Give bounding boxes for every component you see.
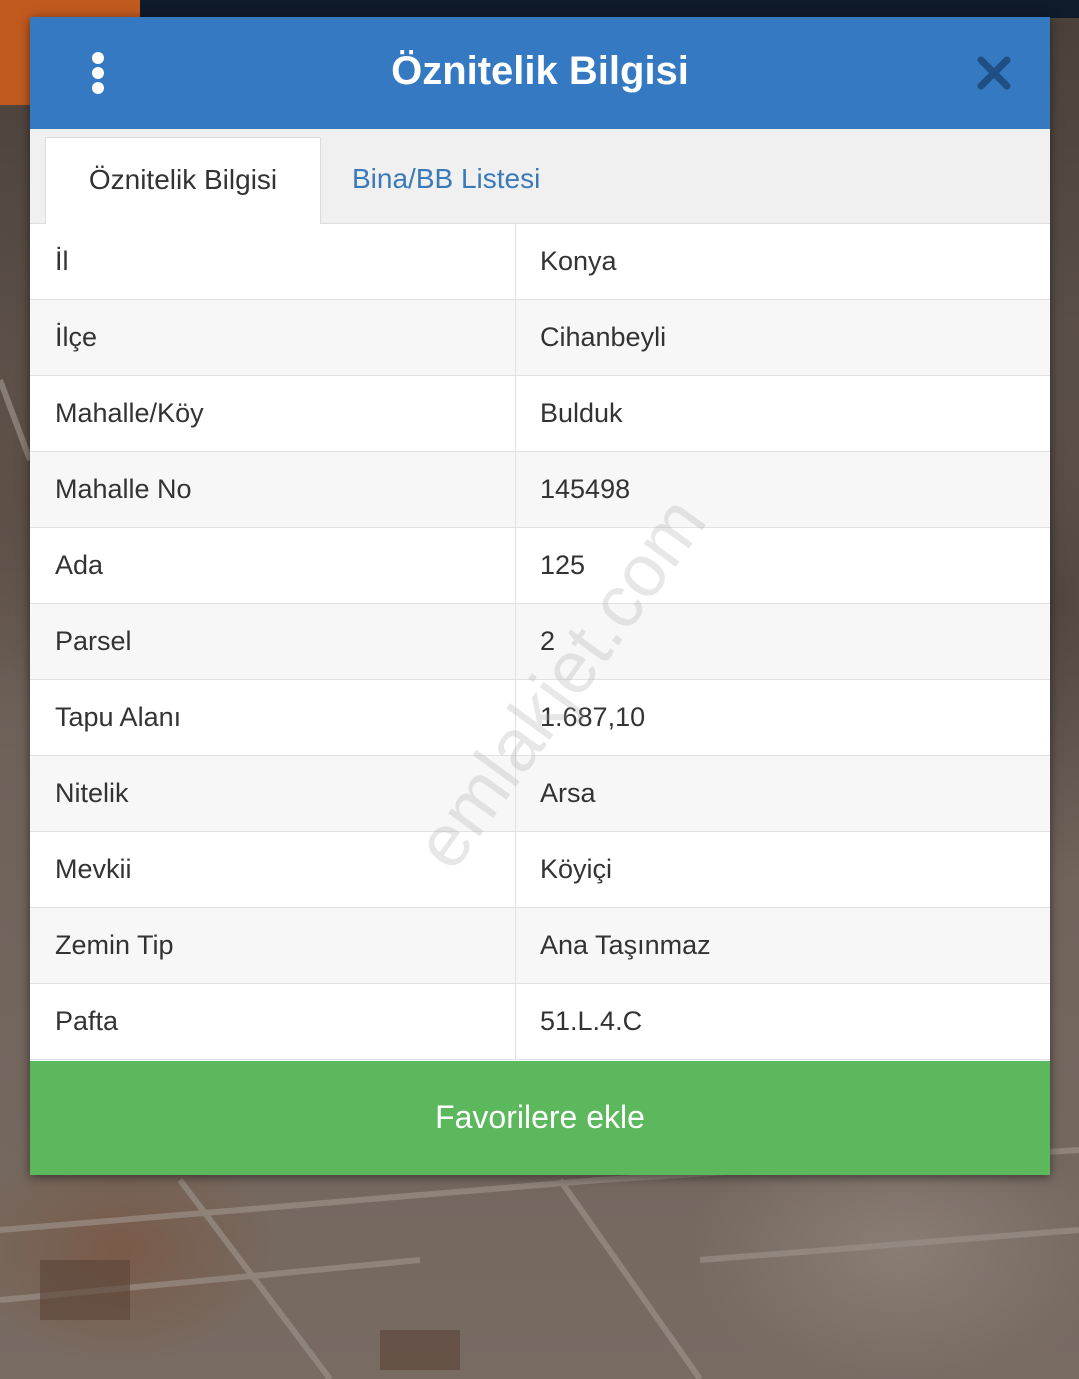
attribute-value: Cihanbeyli [540, 322, 667, 352]
attribute-key: Ada [55, 550, 104, 580]
tab-attribute-info[interactable]: Öznitelik Bilgisi [45, 137, 321, 224]
dialog-title: Öznitelik Bilgisi [391, 49, 689, 93]
attribute-value: 145498 [540, 474, 631, 504]
table-row: Parsel 2 [30, 604, 1050, 680]
attribute-key: Mahalle No [55, 474, 192, 504]
tab-bar: Öznitelik Bilgisi Bina/BB Listesi [30, 129, 1050, 224]
attribute-value: Bulduk [540, 398, 623, 428]
table-row: İlçe Cihanbeyli [30, 300, 1050, 376]
dialog-header: Öznitelik Bilgisi [30, 17, 1050, 129]
map-top-bar [0, 0, 1079, 18]
column-divider [515, 224, 516, 1060]
attribute-key: Tapu Alanı [55, 702, 182, 732]
attribute-key: Nitelik [55, 778, 129, 808]
add-to-favorites-button[interactable]: Favorilere ekle [30, 1061, 1050, 1175]
attribute-key: Mahalle/Köy [55, 398, 204, 428]
attribute-info-dialog: Öznitelik Bilgisi Öznitelik Bilgisi Bina… [30, 17, 1050, 1175]
attribute-value: 2 [540, 626, 556, 656]
attribute-value: Ana Taşınmaz [540, 930, 711, 960]
attribute-value: 51.L.4.C [540, 1006, 643, 1036]
attribute-value: 125 [540, 550, 586, 580]
tab-building-list[interactable]: Bina/BB Listesi [352, 137, 612, 223]
attribute-key: Parsel [55, 626, 132, 656]
table-row: Mevkii Köyiçi [30, 832, 1050, 908]
table-row: Ada 125 [30, 528, 1050, 604]
attribute-key: İlçe [55, 322, 98, 352]
attribute-value: Arsa [540, 778, 596, 808]
attribute-key: İl [55, 246, 69, 276]
table-row: Pafta 51.L.4.C [30, 984, 1050, 1060]
attribute-value: Konya [540, 246, 617, 276]
close-icon[interactable] [975, 54, 1013, 92]
attribute-key: Pafta [55, 1006, 119, 1036]
table-row: Nitelik Arsa [30, 756, 1050, 832]
table-row: Tapu Alanı 1.687,10 [30, 680, 1050, 756]
attribute-value: Köyiçi [540, 854, 613, 884]
table-row: Zemin Tip Ana Taşınmaz [30, 908, 1050, 984]
attribute-table: İl Konya İlçe Cihanbeyli Mahalle/Köy Bul… [30, 224, 1050, 1060]
table-row: İl Konya [30, 224, 1050, 300]
table-row: Mahalle/Köy Bulduk [30, 376, 1050, 452]
attribute-key: Mevkii [55, 854, 132, 884]
attribute-key: Zemin Tip [55, 930, 174, 960]
table-row: Mahalle No 145498 [30, 452, 1050, 528]
attribute-value: 1.687,10 [540, 702, 646, 732]
